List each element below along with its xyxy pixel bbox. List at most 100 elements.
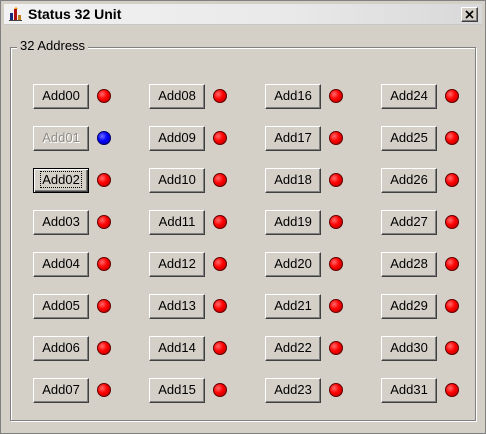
status-led-05 bbox=[97, 299, 111, 313]
address-button-01[interactable]: Add01 bbox=[33, 126, 89, 151]
group-label: 32 Address bbox=[17, 38, 89, 54]
status-32-unit-window: Status 32 Unit 32 Address Add00 Add01 Add0… bbox=[0, 0, 486, 434]
close-button[interactable] bbox=[461, 7, 478, 22]
title-bar[interactable]: Status 32 Unit bbox=[4, 4, 482, 25]
address-button-label: Add21 bbox=[274, 298, 312, 313]
address-button-21[interactable]: Add21 bbox=[265, 294, 321, 319]
address-button-18[interactable]: Add18 bbox=[265, 168, 321, 193]
address-button-label: Add00 bbox=[42, 88, 80, 103]
address-button-label: Add25 bbox=[390, 130, 428, 145]
status-led-27 bbox=[445, 215, 459, 229]
status-led-20 bbox=[329, 257, 343, 271]
status-led-09 bbox=[213, 131, 227, 145]
address-button-06[interactable]: Add06 bbox=[33, 336, 89, 361]
status-led-16 bbox=[329, 89, 343, 103]
address-button-31[interactable]: Add31 bbox=[381, 378, 437, 403]
address-button-label: Add03 bbox=[42, 214, 80, 229]
address-button-14[interactable]: Add14 bbox=[149, 336, 205, 361]
status-led-04 bbox=[97, 257, 111, 271]
status-led-26 bbox=[445, 173, 459, 187]
status-led-24 bbox=[445, 89, 459, 103]
address-button-label: Add24 bbox=[390, 88, 428, 103]
status-led-22 bbox=[329, 341, 343, 355]
address-button-23[interactable]: Add23 bbox=[265, 378, 321, 403]
address-button-label: Add18 bbox=[274, 172, 312, 187]
address-button-label: Add15 bbox=[158, 382, 196, 397]
address-button-label: Add04 bbox=[42, 256, 80, 271]
address-button-20[interactable]: Add20 bbox=[265, 252, 321, 277]
address-button-label: Add13 bbox=[158, 298, 196, 313]
status-led-14 bbox=[213, 341, 227, 355]
address-button-label: Add27 bbox=[390, 214, 428, 229]
address-button-label: Add11 bbox=[158, 214, 196, 229]
address-button-11[interactable]: Add11 bbox=[149, 210, 205, 235]
address-button-label: Add23 bbox=[274, 382, 312, 397]
address-button-05[interactable]: Add05 bbox=[33, 294, 89, 319]
address-button-label: Add01 bbox=[42, 130, 80, 145]
status-led-02 bbox=[97, 173, 111, 187]
status-led-23 bbox=[329, 383, 343, 397]
status-led-30 bbox=[445, 341, 459, 355]
status-led-10 bbox=[213, 173, 227, 187]
address-button-17[interactable]: Add17 bbox=[265, 126, 321, 151]
status-led-29 bbox=[445, 299, 459, 313]
address-button-label: Add07 bbox=[42, 382, 80, 397]
address-button-label: Add10 bbox=[158, 172, 196, 187]
address-button-00[interactable]: Add00 bbox=[33, 84, 89, 109]
address-button-label: Add30 bbox=[390, 340, 428, 355]
address-button-label: Add31 bbox=[390, 382, 428, 397]
address-button-30[interactable]: Add30 bbox=[381, 336, 437, 361]
address-button-label: Add14 bbox=[158, 340, 196, 355]
address-button-13[interactable]: Add13 bbox=[149, 294, 205, 319]
status-led-11 bbox=[213, 215, 227, 229]
status-led-15 bbox=[213, 383, 227, 397]
status-led-13 bbox=[213, 299, 227, 313]
status-led-12 bbox=[213, 257, 227, 271]
address-button-label: Add29 bbox=[390, 298, 428, 313]
address-button-07[interactable]: Add07 bbox=[33, 378, 89, 403]
close-icon bbox=[465, 10, 474, 19]
address-button-02[interactable]: Add02 bbox=[33, 168, 89, 193]
status-led-17 bbox=[329, 131, 343, 145]
address-button-label: Add16 bbox=[274, 88, 312, 103]
status-led-28 bbox=[445, 257, 459, 271]
address-button-label: Add08 bbox=[158, 88, 196, 103]
app-icon bbox=[8, 6, 24, 22]
address-button-25[interactable]: Add25 bbox=[381, 126, 437, 151]
address-button-12[interactable]: Add12 bbox=[149, 252, 205, 277]
address-button-16[interactable]: Add16 bbox=[265, 84, 321, 109]
status-led-21 bbox=[329, 299, 343, 313]
status-led-00 bbox=[97, 89, 111, 103]
address-button-10[interactable]: Add10 bbox=[149, 168, 205, 193]
address-button-08[interactable]: Add08 bbox=[149, 84, 205, 109]
address-button-label: Add06 bbox=[42, 340, 80, 355]
status-led-19 bbox=[329, 215, 343, 229]
address-button-29[interactable]: Add29 bbox=[381, 294, 437, 319]
address-button-label: Add12 bbox=[158, 256, 196, 271]
address-button-09[interactable]: Add09 bbox=[149, 126, 205, 151]
address-button-24[interactable]: Add24 bbox=[381, 84, 437, 109]
address-button-label: Add05 bbox=[42, 298, 80, 313]
status-led-18 bbox=[329, 173, 343, 187]
address-button-03[interactable]: Add03 bbox=[33, 210, 89, 235]
address-button-19[interactable]: Add19 bbox=[265, 210, 321, 235]
address-button-26[interactable]: Add26 bbox=[381, 168, 437, 193]
address-button-04[interactable]: Add04 bbox=[33, 252, 89, 277]
address-button-label: Add28 bbox=[390, 256, 428, 271]
status-led-01 bbox=[97, 131, 111, 145]
address-button-label: Add09 bbox=[158, 130, 196, 145]
status-led-03 bbox=[97, 215, 111, 229]
status-led-08 bbox=[213, 89, 227, 103]
address-button-label: Add02 bbox=[40, 171, 82, 188]
address-button-15[interactable]: Add15 bbox=[149, 378, 205, 403]
address-button-label: Add22 bbox=[274, 340, 312, 355]
address-button-28[interactable]: Add28 bbox=[381, 252, 437, 277]
address-button-label: Add26 bbox=[390, 172, 428, 187]
address-button-22[interactable]: Add22 bbox=[265, 336, 321, 361]
address-button-label: Add17 bbox=[274, 130, 312, 145]
status-led-06 bbox=[97, 341, 111, 355]
status-led-07 bbox=[97, 383, 111, 397]
status-led-31 bbox=[445, 383, 459, 397]
status-led-25 bbox=[445, 131, 459, 145]
address-button-27[interactable]: Add27 bbox=[381, 210, 437, 235]
